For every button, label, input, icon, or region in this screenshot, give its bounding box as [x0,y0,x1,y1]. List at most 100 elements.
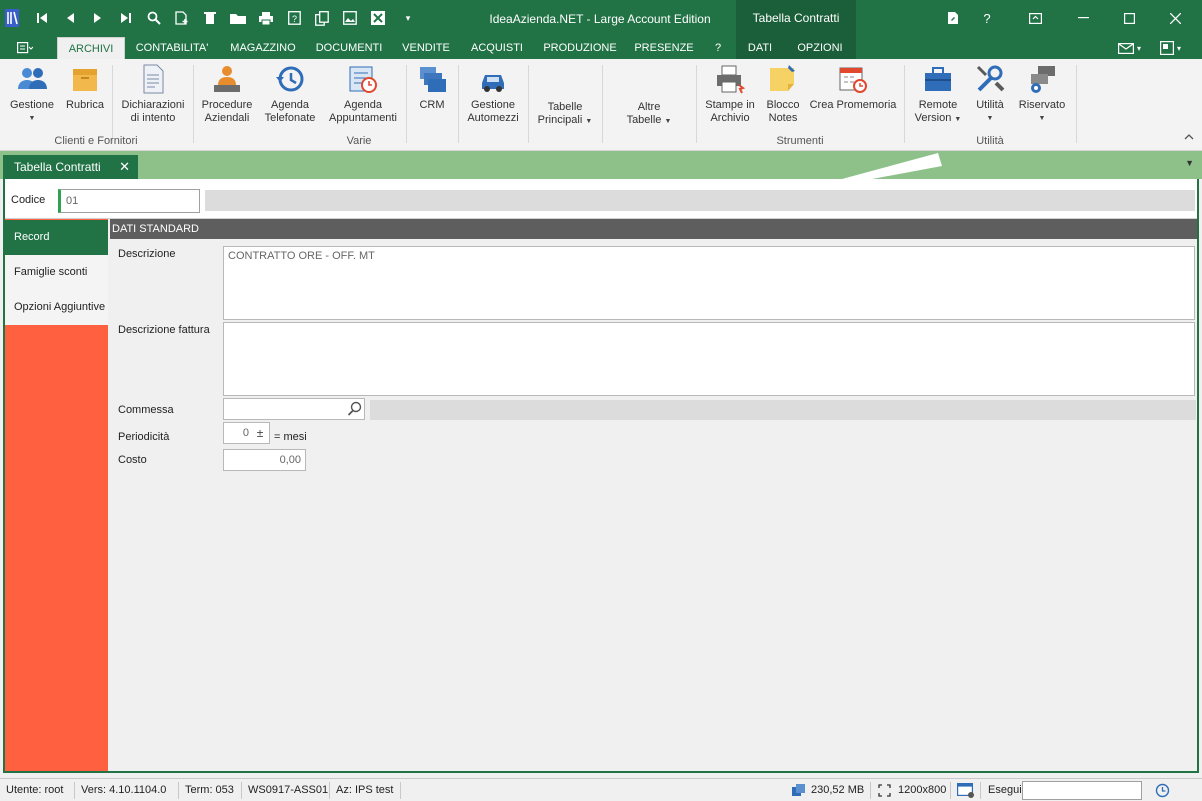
group-utilita: Utilità [976,135,1004,147]
new-document-icon[interactable] [172,6,192,30]
gestione-button[interactable]: Gestione ▼ [6,63,58,125]
reserved-settings-icon [1031,66,1055,93]
print-icon[interactable] [256,6,276,30]
tab-documenti[interactable]: DOCUMENTI [310,37,388,59]
help-button[interactable]: ? [972,6,1002,30]
sidebar-item-record[interactable]: Record [5,220,108,255]
rubrica-button[interactable]: Rubrica [62,63,108,112]
tab-presenze[interactable]: PRESENZE [630,37,698,59]
next-record-icon[interactable] [88,6,108,30]
title-bar: ? ▾ IdeaAzienda.NET - Large Account Edit… [0,0,1202,37]
tab-contabilita[interactable]: CONTABILITA' [128,37,216,59]
agenda-telefonate-button[interactable]: Agenda Telefonate [260,63,320,125]
commessa-search-icon[interactable] [347,401,363,417]
tab-dati[interactable]: DATI [740,37,780,59]
close-icon[interactable] [1160,6,1190,30]
tab-magazzino[interactable]: MAGAZZINO [222,37,304,59]
agenda-appuntamenti-button[interactable]: Agenda Appuntamenti [326,63,400,125]
status-separator [329,782,330,799]
run-clock-icon[interactable] [1155,783,1170,798]
tabelle-principali-button[interactable]: Tabelle Principali ▼ [532,101,598,128]
open-folder-icon[interactable] [228,6,248,30]
gestione-automezzi-button[interactable]: Gestione Automezzi [464,63,522,125]
minimize-icon[interactable] [1068,6,1098,30]
dichiarazioni-intento-button[interactable]: Dichiarazioni di intento [118,63,188,125]
help-document-icon[interactable]: ? [284,6,304,30]
delete-icon[interactable] [200,6,220,30]
tab-acquisti[interactable]: ACQUISTI [464,37,530,59]
car-icon [482,75,504,92]
window-layout-icon[interactable]: ▾ [1160,39,1181,57]
toolbox-icon [925,67,951,91]
app-logo-icon[interactable] [2,6,22,30]
status-versione: Vers: 4.10.1104.0 [81,784,167,796]
collapse-ribbon-icon[interactable] [1184,131,1194,143]
file-menu-button[interactable] [8,39,42,57]
image-icon[interactable] [340,6,360,30]
costo-input[interactable] [223,449,306,471]
previous-record-icon[interactable] [60,6,80,30]
tab-vendite[interactable]: VENDITE [396,37,456,59]
copy-icon[interactable] [312,6,332,30]
form-content: DATI STANDARD Descrizione CONTRATTO ORE … [110,219,1197,771]
esegui-input[interactable] [1022,781,1142,800]
tab-archivi[interactable]: ARCHIVI [57,37,125,59]
ribbon-display-icon[interactable] [1020,6,1050,30]
codice-input[interactable] [58,189,200,213]
dropdown-caret-icon: ▼ [954,116,962,123]
briefcase-stack-icon [420,67,446,92]
tab-opzioni[interactable]: OPZIONI [790,37,850,59]
first-record-icon[interactable] [32,6,52,30]
tab-help[interactable]: ? [706,37,730,59]
status-risoluzione: 1200x800 [898,784,947,796]
altre-tabelle-button[interactable]: Altre Tabelle ▼ [614,101,684,128]
stepper-plus-minus-icon[interactable]: ± [253,423,267,443]
dropdown-caret-icon: ▼ [664,118,672,125]
status-memoria: 230,52 MB [811,784,865,796]
person-desk-icon [214,66,240,92]
commessa-input[interactable] [223,398,365,420]
procedure-aziendali-button[interactable]: Procedure Aziendali [198,63,256,125]
maximize-icon[interactable] [1114,6,1144,30]
group-clienti-fornitori: Clienti e Fornitori [54,135,138,147]
context-title: Tabella Contratti [736,0,856,37]
remote-version-button[interactable]: Remote Version ▼ [910,63,966,126]
ribbon-separator [1076,65,1077,143]
last-record-icon[interactable] [116,6,136,30]
sidebar-item-famiglie-sconti[interactable]: Famiglie sconti [5,255,108,290]
utilita-button[interactable]: Utilità ▼ [968,63,1012,125]
excel-icon[interactable] [368,6,388,30]
status-utente: Utente: root [6,784,64,796]
crm-button[interactable]: CRM [412,63,452,112]
close-tab-icon[interactable]: ✕ [119,159,130,175]
blocco-notes-button[interactable]: Blocco Notes [762,63,804,125]
sidebar-item-opzioni-aggiuntive[interactable]: Opzioni Aggiuntive [5,290,108,325]
document-settings-icon[interactable] [938,6,968,30]
status-separator [870,782,871,799]
ribbon-separator [458,65,459,143]
customize-toolbar-icon[interactable]: ▾ [398,6,418,30]
mail-icon[interactable]: ▾ [1118,39,1141,57]
search-icon[interactable] [144,6,164,30]
descrizione-field[interactable]: CONTRATTO ORE - OFF. MT [223,246,1195,320]
calendar-clock-icon [349,66,377,93]
document-tab-tabella-contratti[interactable]: Tabella Contratti ✕ [3,155,138,179]
tab-list-dropdown-icon[interactable]: ▼ [1185,158,1194,168]
window-icon[interactable] [957,783,975,798]
periodicita-label: Periodicità [118,431,170,443]
ribbon-separator [193,65,194,143]
crea-promemoria-button[interactable]: Crea Promemoria [808,63,898,112]
tab-produzione[interactable]: PRODUZIONE [538,37,622,59]
ribbon-separator [904,65,905,143]
ribbon-tabs: ARCHIVI CONTABILITA' MAGAZZINO DOCUMENTI… [0,37,1202,59]
status-separator [400,782,401,799]
section-header: DATI STANDARD [110,219,1197,239]
ribbon-separator [602,65,603,143]
ribbon-separator [406,65,407,143]
svg-text:?: ? [292,14,297,24]
group-strumenti: Strumenti [776,135,824,147]
stampe-archivio-button[interactable]: Stampe in Archivio [702,63,758,125]
descrizione-fattura-field[interactable] [223,322,1195,396]
ribbon-panel: Gestione ▼ Rubrica Dichiarazioni di inte… [0,59,1202,151]
riservato-button[interactable]: Riservato ▼ [1014,63,1070,125]
